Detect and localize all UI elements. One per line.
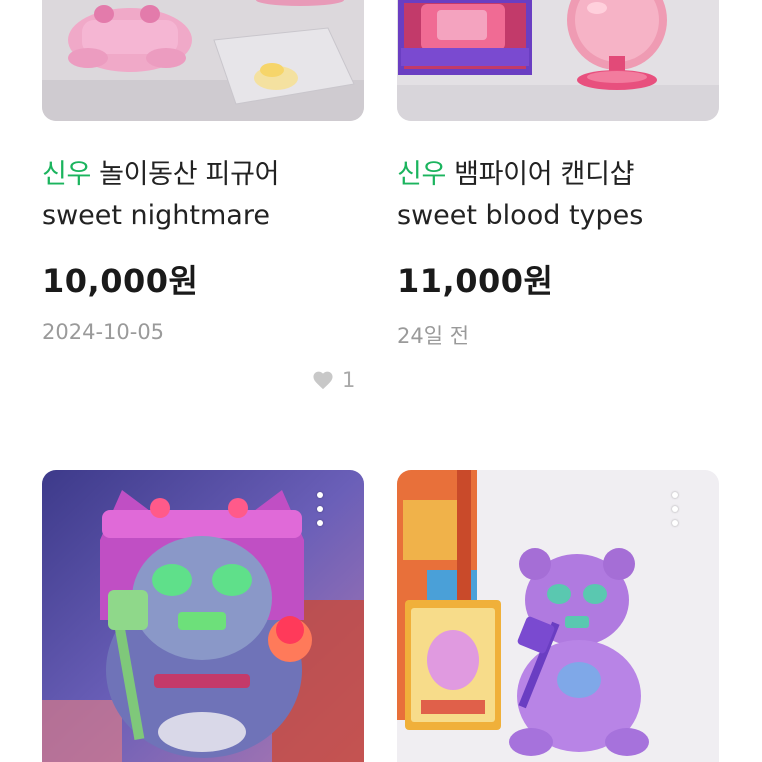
kebab-dot bbox=[672, 520, 678, 526]
kebab-dot bbox=[317, 506, 323, 512]
kebab-dot bbox=[672, 492, 678, 498]
kebab-dot bbox=[317, 520, 323, 526]
more-options-button-3[interactable] bbox=[316, 492, 324, 526]
kebab-dot bbox=[317, 492, 323, 498]
more-options-button-4[interactable] bbox=[671, 492, 679, 526]
kebab-dot bbox=[672, 506, 678, 512]
product-card-4[interactable] bbox=[397, 0, 719, 762]
product-image-4[interactable] bbox=[397, 470, 719, 762]
product-card-3[interactable] bbox=[42, 0, 364, 762]
product-image-3[interactable] bbox=[42, 470, 364, 762]
